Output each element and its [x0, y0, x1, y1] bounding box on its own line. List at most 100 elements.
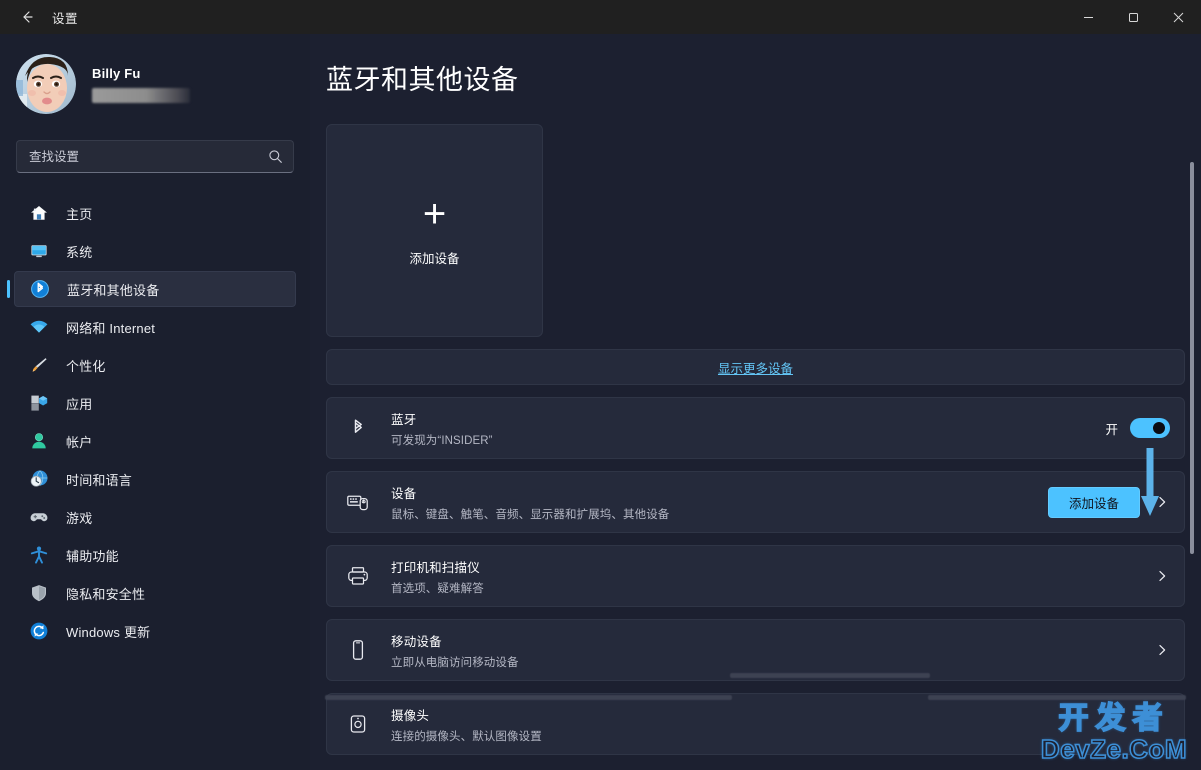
sidebar-item-accessibility[interactable]: 辅助功能 [14, 537, 296, 573]
show-more-devices-label: 显示更多设备 [717, 361, 793, 376]
apps-icon [28, 392, 50, 414]
back-button[interactable] [10, 2, 44, 32]
sidebar: Billy Fu 查找设置 主页 系统 蓝牙和其他设备 网络和 Internet… [0, 34, 310, 770]
sidebar-item-label: 网络和 Internet [66, 320, 156, 336]
window-controls [1066, 0, 1201, 34]
profile-name: Billy Fu [92, 65, 141, 81]
search-icon [268, 149, 283, 164]
row-text: 移动设备 立即从电脑访问移动设备 [391, 631, 1154, 670]
row-mobile-devices[interactable]: 移动设备 立即从电脑访问移动设备 [326, 619, 1185, 681]
row-subtitle: 立即从电脑访问移动设备 [391, 656, 519, 669]
bluetooth-toggle-label: 开 [1105, 422, 1118, 437]
sidebar-item-network[interactable]: 网络和 Internet [14, 309, 296, 345]
sidebar-item-personalization[interactable]: 个性化 [14, 347, 296, 383]
scrollbar-thumb[interactable] [1190, 162, 1194, 554]
sidebar-item-privacy-security[interactable]: 隐私和安全性 [14, 575, 296, 611]
bluetooth-toggle[interactable] [1130, 418, 1170, 438]
row-right: 开 [1105, 418, 1170, 438]
row-subtitle: 首选项、疑难解答 [391, 582, 484, 595]
row-title: 摄像头 [391, 708, 430, 723]
sidebar-item-bluetooth[interactable]: 蓝牙和其他设备 [7, 271, 296, 307]
sidebar-item-label: 个性化 [66, 358, 106, 374]
shield-icon [28, 582, 50, 604]
settings-window: 设置 Billy Fu 查找设置 主页 系统 蓝牙和其他设备 网络和 Inter… [0, 0, 1201, 770]
restore-icon [1128, 12, 1139, 23]
sidebar-item-label: 隐私和安全性 [66, 586, 146, 602]
camera-icon [343, 709, 373, 739]
row-bluetooth[interactable]: 蓝牙 可发现为“INSIDER” 开 [326, 397, 1185, 459]
row-printers-scanners[interactable]: 打印机和扫描仪 首选项、疑难解答 [326, 545, 1185, 607]
row-title: 蓝牙 [391, 412, 417, 427]
phone-icon [343, 635, 373, 665]
sidebar-item-label: 游戏 [66, 510, 93, 526]
sidebar-item-label: 辅助功能 [66, 548, 119, 564]
sidebar-item-label: 时间和语言 [66, 472, 133, 488]
search-input[interactable] [29, 149, 268, 164]
sidebar-item-label: 系统 [66, 244, 93, 260]
add-device-button[interactable]: 添加设备 [1047, 486, 1140, 518]
row-text: 蓝牙 可发现为“INSIDER” [391, 409, 1105, 448]
sidebar-item-label: 主页 [66, 206, 93, 222]
profile-meta: Billy Fu [92, 66, 190, 103]
row-subtitle: 可发现为“INSIDER” [391, 434, 493, 447]
sidebar-item-label: 应用 [66, 396, 93, 412]
row-devices[interactable]: 设备 鼠标、键盘、触笔、音频、显示器和扩展坞、其他设备 添加设备 [326, 471, 1185, 533]
brush-icon [28, 354, 50, 376]
chevron-right-icon[interactable] [1154, 495, 1170, 509]
row-right [1154, 569, 1170, 583]
maximize-button[interactable] [1111, 0, 1156, 34]
sidebar-item-label: 蓝牙和其他设备 [67, 282, 160, 298]
network-icon [28, 316, 50, 338]
row-right: 添加设备 [1047, 486, 1170, 518]
row-text: 摄像头 连接的摄像头、默认图像设置 [391, 705, 1170, 744]
chevron-right-icon[interactable] [1154, 569, 1170, 583]
bluetooth-icon [29, 278, 51, 300]
account-icon [28, 430, 50, 452]
page-title: 蓝牙和其他设备 [326, 65, 519, 95]
gaming-icon [28, 506, 50, 528]
chevron-right-icon[interactable] [1154, 643, 1170, 657]
profile-email-redacted [92, 87, 190, 103]
sidebar-item-accounts[interactable]: 帐户 [14, 423, 296, 459]
sidebar-item-system[interactable]: 系统 [14, 233, 296, 269]
devices-icon [343, 487, 373, 517]
row-right [1154, 643, 1170, 657]
sidebar-item-label: Windows 更新 [66, 624, 151, 640]
plus-icon: + [422, 192, 447, 236]
sidebar-item-apps[interactable]: 应用 [14, 385, 296, 421]
sidebar-nav: 主页 系统 蓝牙和其他设备 网络和 Internet 个性化 应用 帐户 时间和… [0, 195, 310, 649]
sidebar-item-gaming[interactable]: 游戏 [14, 499, 296, 535]
row-subtitle: 鼠标、键盘、触笔、音频、显示器和扩展坞、其他设备 [391, 508, 670, 521]
close-icon [1173, 12, 1184, 23]
main-content: 蓝牙和其他设备 + 添加设备 显示更多设备 蓝牙 可发现为“INSIDER” 开 [310, 34, 1201, 770]
scrollbar-track[interactable] [1188, 34, 1198, 770]
toggle-knob [1153, 422, 1165, 434]
user-profile[interactable]: Billy Fu [16, 54, 310, 114]
sidebar-item-label: 帐户 [66, 434, 93, 450]
time-icon [28, 468, 50, 490]
row-title: 打印机和扫描仪 [391, 560, 480, 575]
title-bar: 设置 [0, 0, 1201, 34]
window-title: 设置 [52, 11, 79, 26]
printer-icon [343, 561, 373, 591]
close-button[interactable] [1156, 0, 1201, 34]
bluetooth-icon [343, 413, 373, 443]
sidebar-item-home[interactable]: 主页 [14, 195, 296, 231]
avatar [16, 54, 76, 114]
show-more-devices-link[interactable]: 显示更多设备 [326, 349, 1185, 385]
sidebar-item-time-language[interactable]: 时间和语言 [14, 461, 296, 497]
row-subtitle: 连接的摄像头、默认图像设置 [391, 730, 542, 743]
minimize-button[interactable] [1066, 0, 1111, 34]
row-text: 设备 鼠标、键盘、触笔、音频、显示器和扩展坞、其他设备 [391, 483, 1048, 522]
minimize-icon [1083, 12, 1094, 23]
row-cameras[interactable]: 摄像头 连接的摄像头、默认图像设置 [326, 693, 1185, 755]
row-text: 打印机和扫描仪 首选项、疑难解答 [391, 557, 1154, 596]
accessibility-icon [28, 544, 50, 566]
row-title: 移动设备 [391, 634, 442, 649]
search-box[interactable] [16, 140, 294, 173]
update-icon [28, 620, 50, 642]
home-icon [28, 202, 50, 224]
sidebar-item-windows-update[interactable]: Windows 更新 [14, 613, 296, 649]
add-device-card-label: 添加设备 [409, 252, 460, 266]
add-device-card[interactable]: + 添加设备 [326, 124, 543, 337]
